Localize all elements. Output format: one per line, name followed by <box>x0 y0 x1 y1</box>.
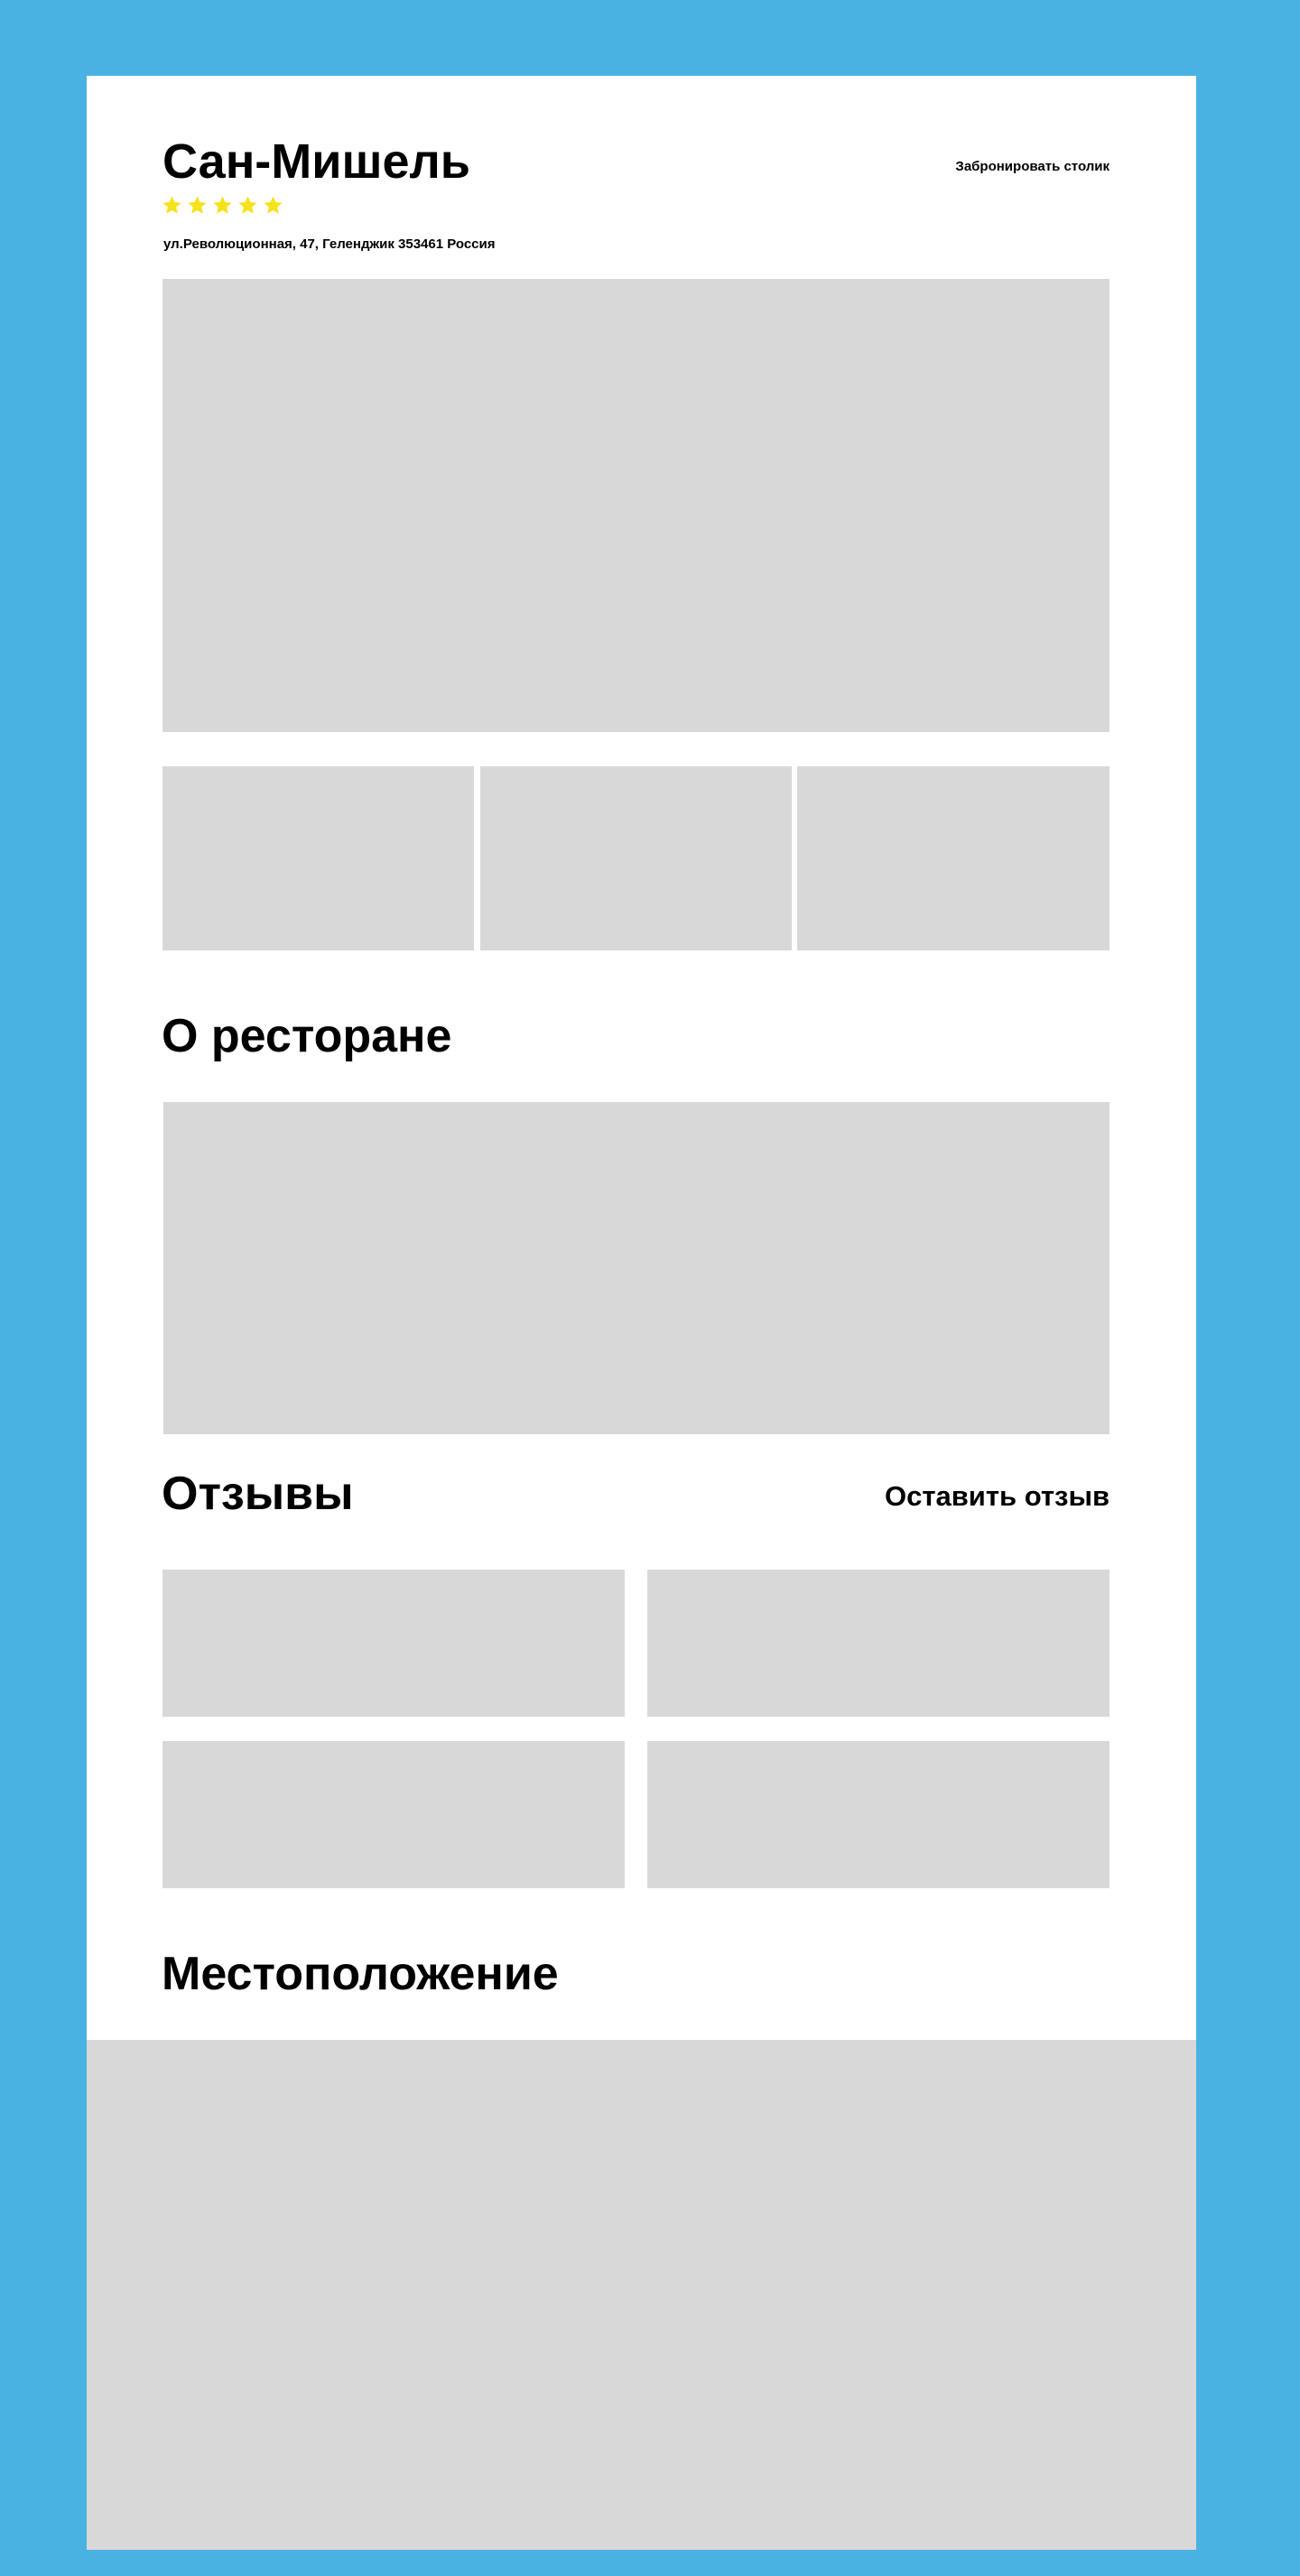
review-card <box>647 1570 1110 1717</box>
review-card <box>647 1741 1110 1888</box>
about-content <box>163 1102 1110 1434</box>
location-map[interactable] <box>87 2040 1196 2550</box>
gallery-thumbnail[interactable] <box>162 766 474 950</box>
about-heading: О ресторане <box>162 1010 452 1062</box>
reviews-heading: Отзывы <box>162 1468 354 1520</box>
star-icon <box>237 195 258 216</box>
review-card <box>162 1570 625 1717</box>
restaurant-page: Сан-Мишель Забронировать столик ул.Револ… <box>87 76 1196 2550</box>
restaurant-name: Сан-Мишель <box>162 134 471 189</box>
book-table-button[interactable]: Забронировать столик <box>955 159 1110 174</box>
hero-image <box>162 279 1110 732</box>
star-icon <box>187 195 208 216</box>
restaurant-address: ул.Революционная, 47, Геленджик 353461 Р… <box>163 236 496 252</box>
gallery-thumbnail[interactable] <box>797 766 1110 950</box>
location-heading: Местоположение <box>162 1948 559 2000</box>
star-icon <box>263 195 283 216</box>
leave-review-button[interactable]: Оставить отзыв <box>885 1480 1110 1513</box>
gallery-thumbnail[interactable] <box>480 766 792 950</box>
star-icon <box>212 195 233 216</box>
review-card <box>162 1741 625 1888</box>
rating-stars <box>162 195 283 216</box>
star-icon <box>162 195 182 216</box>
